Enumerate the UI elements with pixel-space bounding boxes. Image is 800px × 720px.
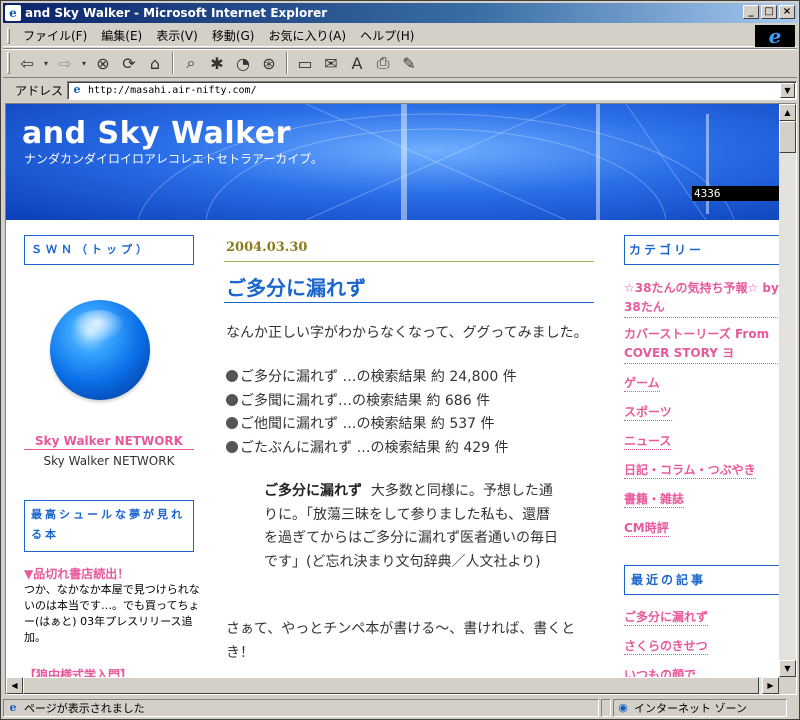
access-counter: 4336 — [692, 186, 780, 201]
list-item: ご他聞に漏れず …の検索結果 約 537 件 — [226, 413, 517, 437]
font-icon[interactable]: A — [344, 51, 370, 75]
title-bar[interactable]: e and Sky Walker - Microsoft Internet Ex… — [3, 3, 797, 23]
category-link-cm-review[interactable]: CM時評 — [624, 519, 669, 537]
channels-icon[interactable]: ⊛ — [256, 51, 282, 75]
site-subtitle: ナンダカンダイロイロアレコレエトセトラアーカイブ。 — [24, 152, 323, 166]
horizontal-scroll-thumb[interactable] — [23, 677, 759, 694]
category-link-38tan[interactable]: ☆38たんの気持ち予報☆ by 38たん — [624, 279, 780, 318]
post-intro: なんか正しい字がわからなくなって、ググってみました。 — [226, 325, 588, 341]
sold-out-link[interactable]: ▼品切れ書店続出！ — [24, 565, 129, 582]
quote-term: ご多分に漏れず — [264, 483, 362, 499]
category-link-books[interactable]: 書籍・雑誌 — [624, 490, 685, 508]
recent-post-link[interactable]: ご多分に漏れず — [624, 608, 709, 626]
post-title[interactable]: ご多分に漏れず — [226, 272, 366, 301]
mail-icon[interactable]: ✉ — [318, 51, 344, 75]
address-bar: アドレス e http://masahi.air-nifty.com/ ▼ — [3, 79, 797, 101]
ie-app-icon[interactable]: e — [5, 5, 21, 21]
scroll-up-icon[interactable]: ▲ — [779, 104, 796, 121]
scroll-right-icon[interactable]: ▶ — [762, 677, 779, 694]
forward-icon[interactable]: ⇨ — [52, 51, 78, 75]
favorites-icon[interactable]: ✱ — [204, 51, 230, 75]
scroll-down-icon[interactable]: ▼ — [779, 660, 796, 677]
address-dropdown-icon[interactable]: ▼ — [780, 82, 795, 98]
history-icon[interactable]: ◔ — [230, 51, 256, 75]
menu-favorites[interactable]: お気に入り(A) — [261, 25, 353, 46]
menu-edit[interactable]: 編集(E) — [94, 25, 149, 46]
window-title: and Sky Walker - Microsoft Internet Expl… — [25, 6, 328, 20]
vertical-scrollbar[interactable]: ▲ ▼ — [779, 104, 796, 677]
swn-top-box: ＳＷＮ（トップ） — [24, 235, 194, 265]
ie-throbber-icon: e — [755, 25, 795, 47]
site-banner: and Sky Walker ナンダカンダイロイロアレコレエトセトラアーカイブ。… — [6, 104, 780, 220]
site-title[interactable]: and Sky Walker — [22, 116, 291, 151]
browser-window: e and Sky Walker - Microsoft Internet Ex… — [0, 0, 800, 720]
category-box: カテゴリー — [624, 235, 780, 265]
blue-orb-image[interactable] — [50, 300, 150, 400]
status-bar: e ページが表示されました ◉ インターネット ゾーン — [3, 697, 797, 719]
category-link-sports[interactable]: スポーツ — [624, 403, 672, 421]
menu-help[interactable]: ヘルプ(H) — [353, 25, 421, 46]
home-icon[interactable]: ⌂ — [142, 51, 168, 75]
menu-bar: ファイル(F) 編集(E) 表示(V) 移動(G) お気に入り(A) ヘルプ(H… — [3, 25, 797, 47]
bullet-icon — [226, 440, 238, 453]
horizontal-scrollbar[interactable]: ◀ ▶ — [6, 677, 779, 694]
menu-grip[interactable] — [7, 27, 10, 44]
post-outro: さぁて、やっとチンペ本が書ける〜、書ければ、書くとき！ — [226, 621, 576, 661]
security-zone-panel[interactable]: ◉ インターネット ゾーン — [613, 699, 787, 717]
category-link-cover-stories[interactable]: カバーストーリーズ From COVER STORY ヨ — [624, 325, 780, 364]
address-url[interactable]: http://masahi.air-nifty.com/ — [88, 85, 257, 96]
print-icon[interactable]: ⎙ — [370, 51, 396, 75]
page-icon: e — [73, 83, 81, 96]
status-text: ページが表示されました — [24, 702, 145, 715]
minimize-icon[interactable]: _ — [743, 5, 759, 19]
bullet-icon — [226, 417, 238, 429]
recent-posts-box: 最近の記事 — [624, 565, 780, 595]
bullet-icon — [226, 370, 238, 382]
skywalker-network-text: Sky Walker NETWORK — [43, 454, 175, 468]
web-page: and Sky Walker ナンダカンダイロイロアレコレエトセトラアーカイブ。… — [6, 104, 780, 678]
page-done-icon: e — [9, 701, 17, 714]
post-date: 2004.03.30 — [226, 240, 308, 255]
internet-zone-icon: ◉ — [618, 701, 628, 714]
toolbar-grip[interactable] — [7, 52, 10, 74]
menu-file[interactable]: ファイル(F) — [16, 25, 94, 46]
dictionary-quote: ご多分に漏れず 大多数と同様に。予想した通りに。「放蕩三昧をして参りました私も、… — [264, 480, 564, 574]
menu-view[interactable]: 表示(V) — [149, 25, 205, 46]
search-icon[interactable]: ⌕ — [178, 51, 204, 75]
zone-text: インターネット ゾーン — [634, 702, 747, 715]
vertical-scroll-thumb[interactable] — [779, 121, 796, 153]
address-label: アドレス — [15, 83, 64, 98]
forward-dropdown-icon[interactable]: ▾ — [78, 51, 90, 75]
recent-post-link[interactable]: さくらのきせつ — [624, 637, 708, 655]
list-item: ごたぶんに漏れず …の検索結果 約 429 件 — [226, 437, 517, 461]
category-link-diary[interactable]: 日記・コラム・つぶやき — [624, 461, 756, 479]
status-text-panel: e ページが表示されました — [3, 699, 599, 717]
close-icon[interactable]: × — [779, 5, 795, 19]
surreal-dream-book-box: 最高シュールな夢が見れる本 — [24, 500, 194, 552]
back-dropdown-icon[interactable]: ▾ — [40, 51, 52, 75]
menu-go[interactable]: 移動(G) — [205, 25, 262, 46]
stop-icon[interactable]: ⊗ — [90, 51, 116, 75]
skywalker-network-link[interactable]: Sky Walker NETWORK — [24, 434, 194, 450]
category-link-news[interactable]: ニュース — [624, 432, 672, 450]
back-icon[interactable]: ⇦ — [14, 51, 40, 75]
category-link-game[interactable]: ゲーム — [624, 374, 660, 392]
refresh-icon[interactable]: ⟳ — [116, 51, 142, 75]
edit-icon[interactable]: ✎ — [396, 51, 422, 75]
sold-out-description: つか、なかなか本屋で見つけられないのは本当です…。でも買ってちょー(はぁと) 0… — [24, 583, 200, 644]
search-results-list: ご多分に漏れず …の検索結果 約 24,800 件 ご多聞に漏れず…の検索結果 … — [226, 366, 517, 460]
standard-toolbar: ⇦ ▾ ⇨ ▾ ⊗ ⟳ ⌂ ⌕ ✱ ◔ ⊛ ▭ ✉ A ⎙ ✎ — [3, 48, 797, 78]
page-viewport: and Sky Walker ナンダカンダイロイロアレコレエトセトラアーカイブ。… — [5, 103, 797, 695]
bullet-icon — [226, 393, 238, 406]
maximize-icon[interactable]: □ — [761, 5, 777, 19]
fullscreen-icon[interactable]: ▭ — [292, 51, 318, 75]
scroll-left-icon[interactable]: ◀ — [6, 677, 23, 694]
address-input[interactable]: e http://masahi.air-nifty.com/ ▼ — [67, 80, 797, 100]
list-item: ご多聞に漏れず…の検索結果 約 686 件 — [226, 390, 517, 414]
list-item: ご多分に漏れず …の検索結果 約 24,800 件 — [226, 366, 517, 390]
